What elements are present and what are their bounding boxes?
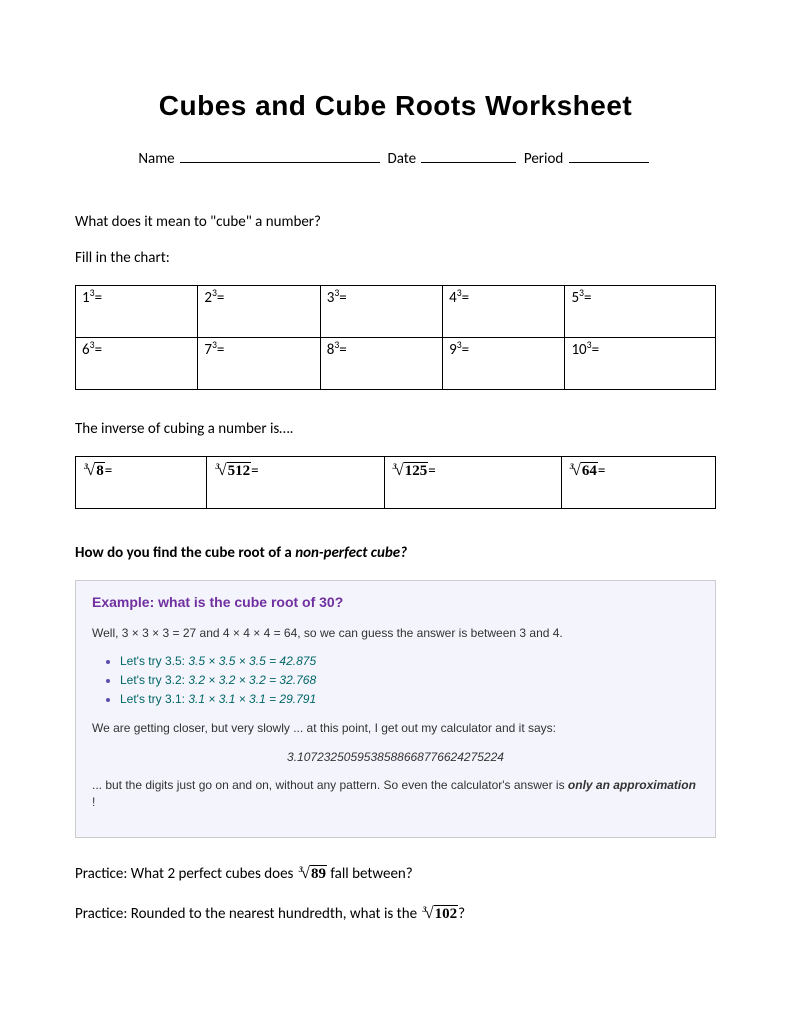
- name-blank[interactable]: [180, 147, 380, 163]
- practice-2: Practice: Rounded to the nearest hundred…: [75, 903, 716, 923]
- root-cell-3[interactable]: 3√125=: [384, 457, 561, 509]
- trial-3: Let's try 3.1: 3.1 × 3.1 × 3.1 = 29.791: [120, 691, 699, 708]
- cube-cell-4[interactable]: 43=: [443, 286, 565, 338]
- example-final: ... but the digits just go on and on, wi…: [92, 777, 699, 811]
- cube-cell-3[interactable]: 33=: [320, 286, 442, 338]
- nonperfect-question: How do you find the cube root of a non-p…: [75, 544, 716, 562]
- example-title: Example: what is the cube root of 30?: [92, 593, 699, 613]
- inverse-prompt: The inverse of cubing a number is….: [75, 420, 716, 438]
- example-line1: Well, 3 × 3 × 3 = 27 and 4 × 4 × 4 = 64,…: [92, 625, 699, 642]
- example-trials: Let's try 3.5: 3.5 × 3.5 × 3.5 = 42.875 …: [120, 653, 699, 707]
- cube-cell-8[interactable]: 83=: [320, 338, 442, 390]
- cube-cell-10[interactable]: 103=: [565, 338, 716, 390]
- trial-2: Let's try 3.2: 3.2 × 3.2 × 3.2 = 32.768: [120, 672, 699, 689]
- root-cell-1[interactable]: 3√8=: [76, 457, 207, 509]
- date-blank[interactable]: [421, 147, 516, 163]
- cube-cell-2[interactable]: 23=: [198, 286, 320, 338]
- root-cell-4[interactable]: 3√64=: [561, 457, 715, 509]
- period-label: Period: [524, 150, 563, 168]
- example-box: Example: what is the cube root of 30? We…: [75, 580, 716, 838]
- student-info-line: Name Date Period: [75, 147, 716, 168]
- cube-cell-5[interactable]: 53=: [565, 286, 716, 338]
- cubes-chart: 13= 23= 33= 43= 53= 63= 73= 83= 93= 103=: [75, 285, 716, 390]
- cube-cell-6[interactable]: 63=: [76, 338, 198, 390]
- cube-cell-9[interactable]: 93=: [443, 338, 565, 390]
- name-label: Name: [138, 150, 174, 168]
- example-value: 3.1072325059538588668776624275224: [92, 749, 699, 766]
- question-cube-meaning: What does it mean to "cube" a number?: [75, 213, 716, 231]
- period-blank[interactable]: [569, 147, 649, 163]
- practice-1: Practice: What 2 perfect cubes does 3√89…: [75, 863, 716, 883]
- fill-chart-label: Fill in the chart:: [75, 249, 716, 267]
- worksheet-page: Cubes and Cube Roots Worksheet Name Date…: [0, 0, 791, 1024]
- cube-cell-7[interactable]: 73=: [198, 338, 320, 390]
- root-cell-2[interactable]: 3√512=: [207, 457, 384, 509]
- date-label: Date: [387, 150, 416, 168]
- trial-1: Let's try 3.5: 3.5 × 3.5 × 3.5 = 42.875: [120, 653, 699, 670]
- cube-cell-1[interactable]: 13=: [76, 286, 198, 338]
- worksheet-title: Cubes and Cube Roots Worksheet: [75, 90, 716, 122]
- cube-roots-chart: 3√8= 3√512= 3√125= 3√64=: [75, 456, 716, 509]
- example-closer: We are getting closer, but very slowly .…: [92, 720, 699, 737]
